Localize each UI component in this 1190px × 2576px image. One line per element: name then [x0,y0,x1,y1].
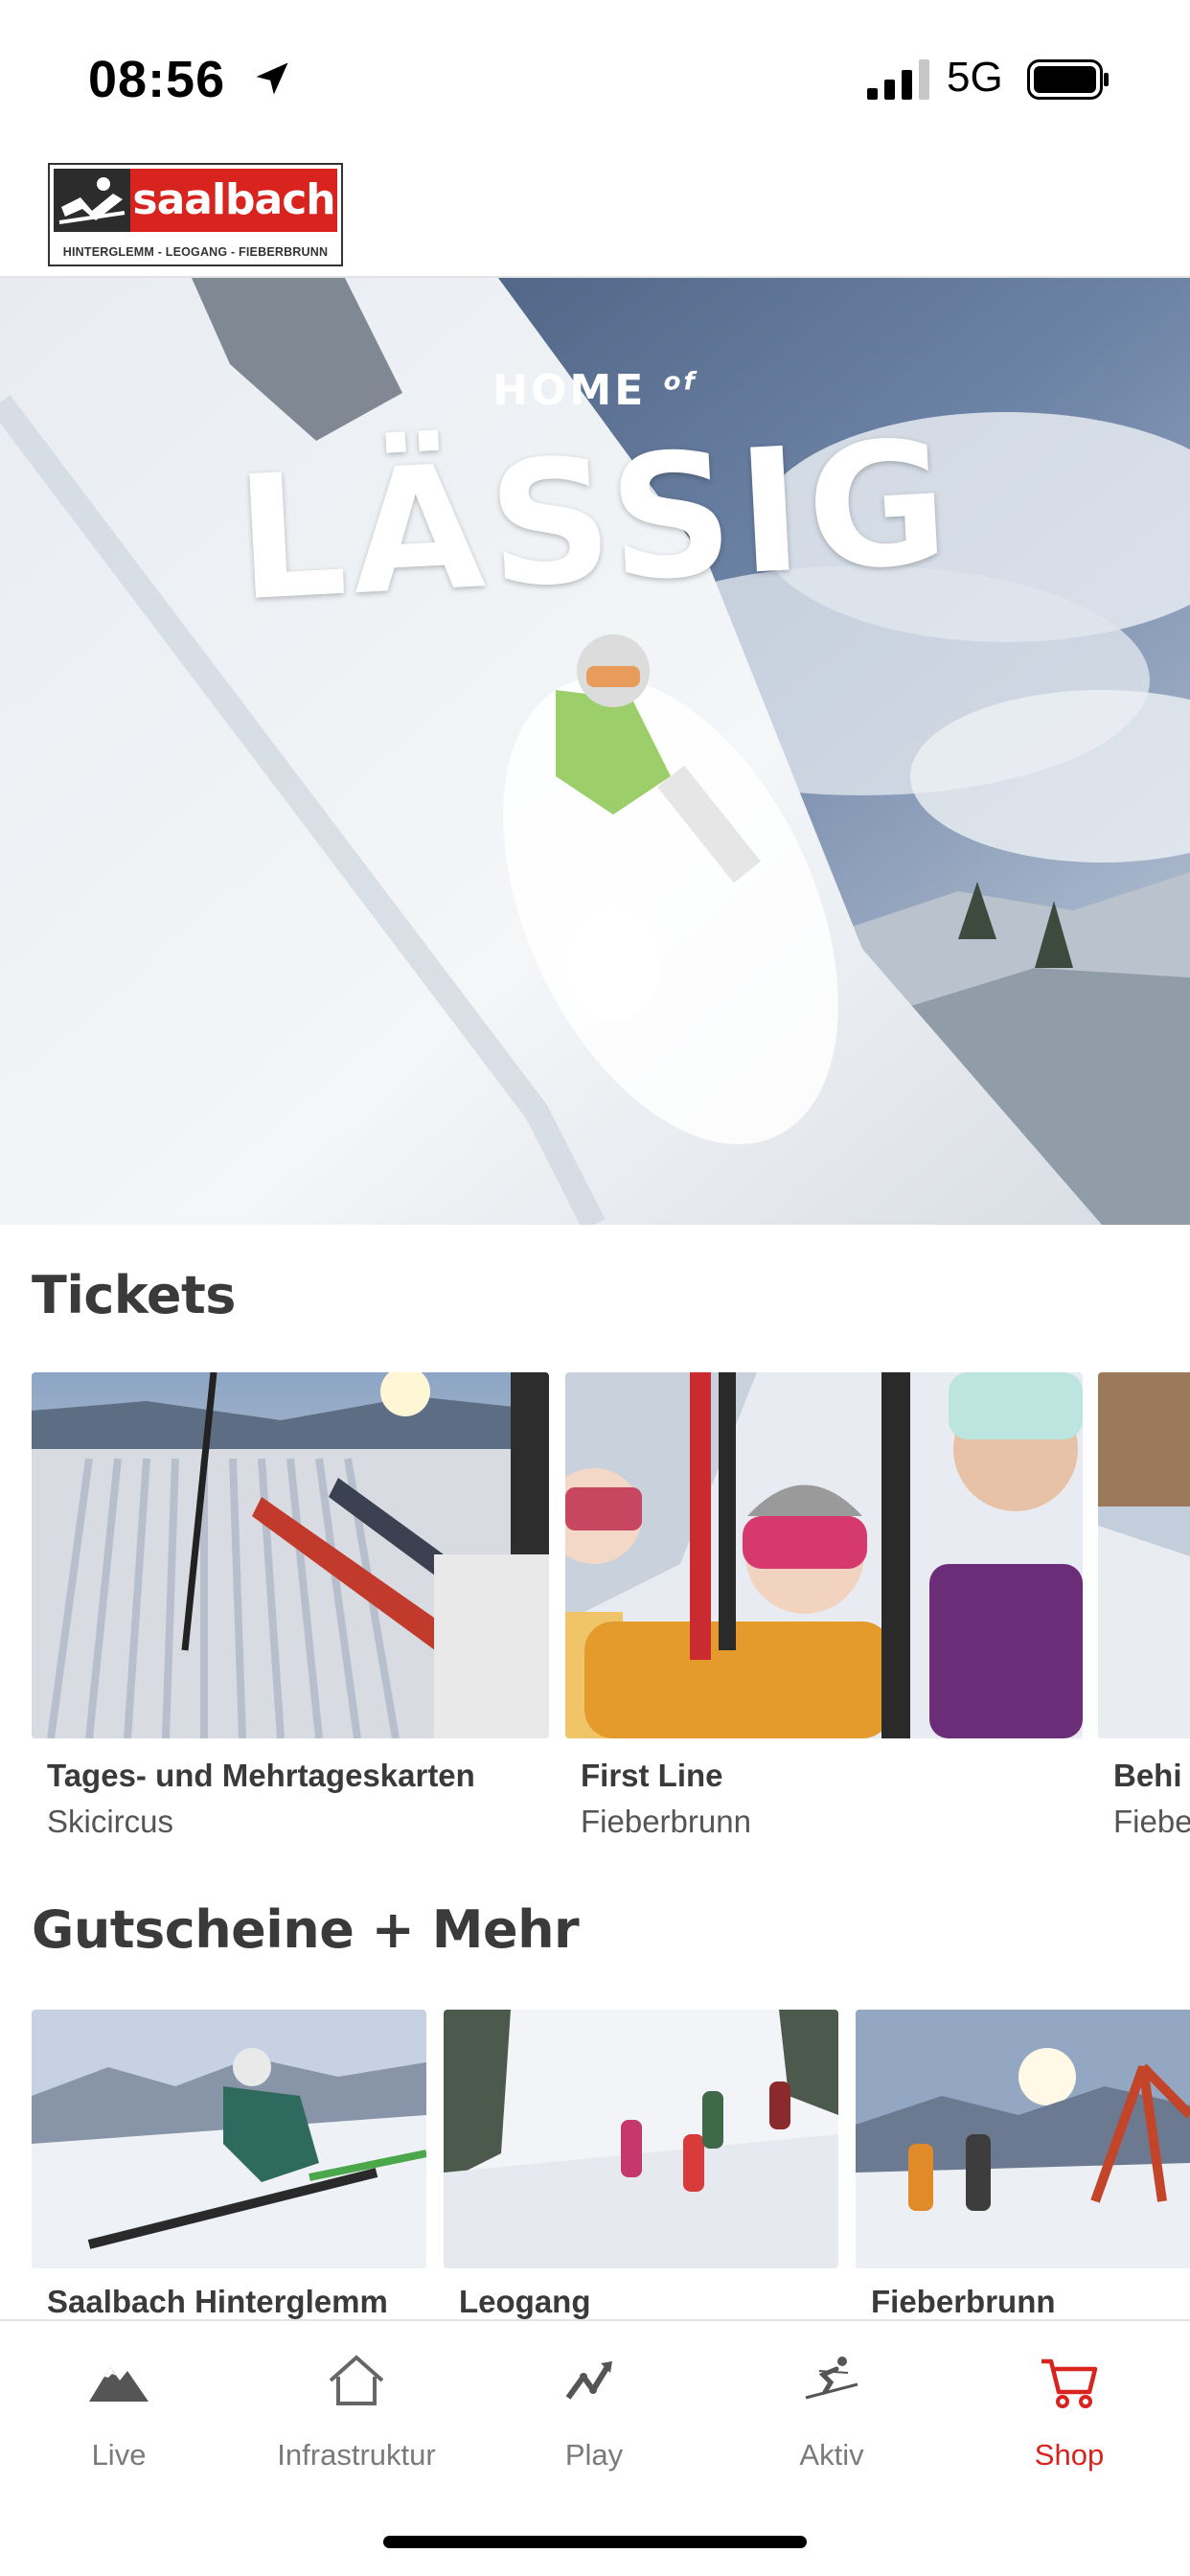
logo-subtitle: HINTERGLEMM - LEOGANG - FIEBERBRUNN [62,245,329,259]
nav-shop[interactable]: Shop [950,2348,1188,2492]
network-type: 5G [947,54,1003,101]
ticket-card-title: First Line [581,1758,723,1793]
cellular-signal-icon [867,59,929,100]
tickets-section-title: Tickets [32,1265,236,1325]
ticket-card-image [565,1372,1083,1738]
ticket-card-first-line[interactable]: First Line Fieberbrunn [565,1372,1083,1852]
voucher-card-title: Leogang [459,2284,591,2319]
voucher-card-title: Saalbach Hinterglemm [47,2284,388,2319]
ticket-card-title: Behi [1113,1758,1182,1793]
nav-label: Shop [1034,2438,1105,2472]
app-header: saalbach HINTERGLEMM - LEOGANG - FIEBERB… [0,153,1190,278]
nav-label: Play [564,2438,624,2472]
ticket-card-day-passes[interactable]: Tages- und Mehrtageskarten Skicircus [32,1372,549,1852]
status-bar: 08:56 5G [0,0,1190,153]
nav-aktiv[interactable]: Aktiv [713,2348,950,2492]
voucher-card-image [32,2010,426,2268]
house-icon [329,2355,384,2405]
voucher-card-title: Fieberbrunn [871,2284,1056,2319]
hero-banner[interactable]: HOME of LÄSSIG [0,278,1190,1225]
nav-label: Infrastruktur [277,2438,436,2472]
battery-icon [1027,59,1109,100]
location-arrow-icon [256,62,288,95]
voucher-card-image [444,2010,838,2268]
ticket-card-image [1098,1372,1190,1738]
nav-label: Aktiv [799,2438,864,2472]
ticket-card-title: Tages- und Mehrtageskarten [47,1758,475,1793]
voucher-card-leogang[interactable]: Leogang [444,2010,838,2319]
chart-trend-icon [565,2361,612,2400]
logo-wordmark: saalbach [130,169,337,232]
status-time: 08:56 [88,51,226,108]
vouchers-section-title: Gutscheine + Mehr [32,1899,580,1960]
skier-logo-icon [54,169,130,232]
nav-infrastruktur[interactable]: Infrastruktur [238,2348,475,2492]
nav-play[interactable]: Play [475,2348,713,2492]
voucher-card-image [856,2010,1190,2268]
ticket-card-partial[interactable]: Behi Fiebe [1098,1372,1190,1852]
nav-live[interactable]: Live [0,2348,238,2492]
ticket-card-subtitle: Skicircus [47,1804,174,1839]
voucher-card-saalbach[interactable]: Saalbach Hinterglemm [32,2010,426,2319]
ticket-card-subtitle: Fieberbrunn [581,1804,751,1839]
ticket-card-subtitle: Fiebe [1113,1804,1190,1839]
skier-icon [805,2357,858,2400]
saalbach-logo[interactable]: saalbach HINTERGLEMM - LEOGANG - FIEBERB… [48,163,343,266]
home-indicator[interactable] [383,2536,807,2548]
mountain-icon [89,2367,149,2402]
voucher-card-fieberbrunn[interactable]: Fieberbrunn [856,2010,1190,2319]
cart-icon [1041,2358,1098,2408]
ticket-card-image [32,1372,549,1738]
nav-label: Live [91,2438,147,2472]
